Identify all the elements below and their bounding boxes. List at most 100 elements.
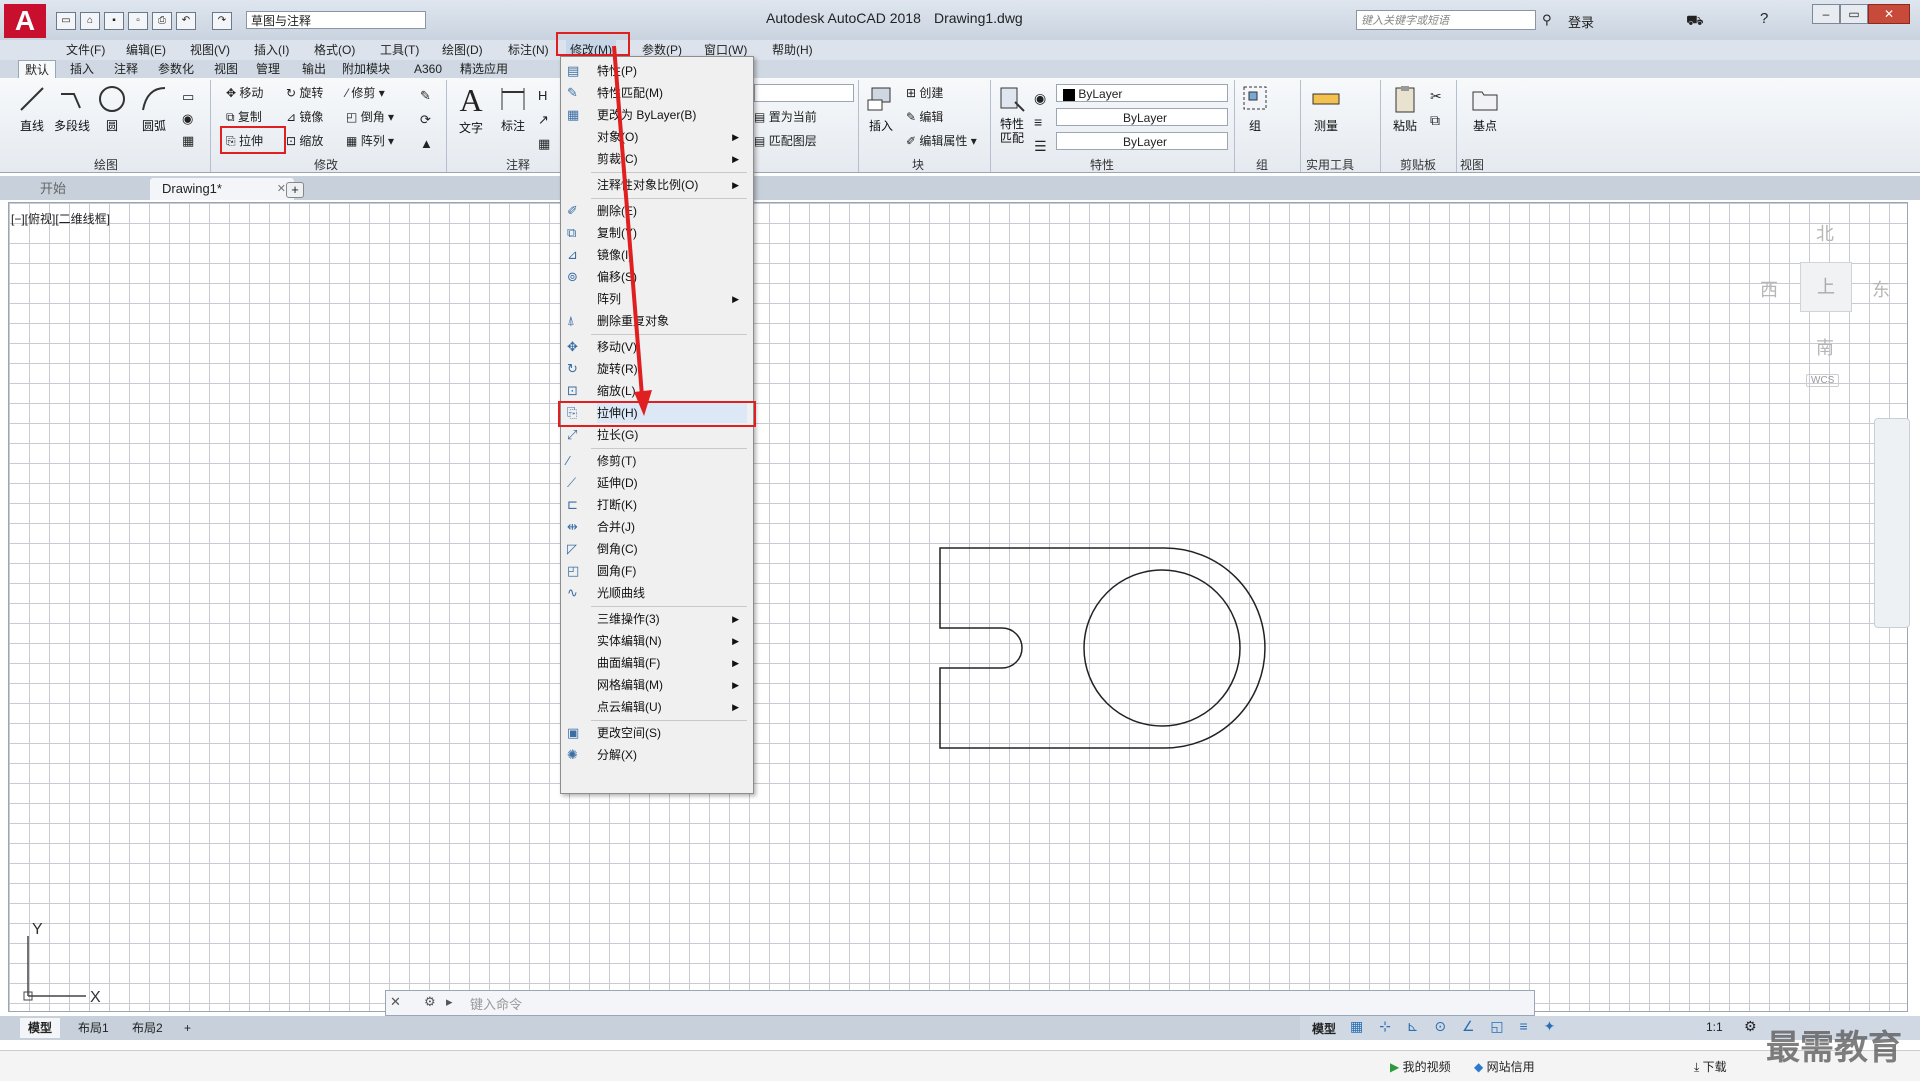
viewport-controls-label[interactable]: [−][俯视][二维线框] <box>11 210 110 227</box>
start-tab[interactable]: 开始 <box>28 178 78 200</box>
new-tab-button[interactable]: + <box>286 182 304 198</box>
menu-item-22[interactable]: 圆角(F) <box>597 561 747 581</box>
settings-gear-icon[interactable]: ⚙ <box>1744 1018 1757 1035</box>
edit-attributes-button[interactable]: ✐ 编辑属性 ▾ <box>906 132 977 149</box>
my-video-link[interactable]: ▶ 我的视频 <box>1390 1058 1451 1075</box>
menu-item-27[interactable]: 网格编辑(M) ▶ <box>597 675 747 695</box>
measure-tool[interactable]: 测量 <box>1308 84 1344 134</box>
scale-button[interactable]: ⊡ 缩放 <box>286 132 323 149</box>
insert-block-tool[interactable]: 插入 <box>864 84 898 134</box>
layer-current-button[interactable]: ▤ 置为当前 <box>754 108 817 125</box>
menu-item-4[interactable]: 格式(O) <box>310 40 359 60</box>
annotation-scale[interactable]: 1:1 <box>1706 1020 1723 1034</box>
menu-item-28[interactable]: 点云编辑(U) ▶ <box>597 697 747 717</box>
save-as-icon[interactable]: ▫ <box>128 12 148 30</box>
utilities-panel-label[interactable]: 实用工具 <box>1306 156 1354 173</box>
menu-item-11[interactable]: 帮助(H) <box>768 40 817 60</box>
menu-item-16[interactable]: 拉长(G) <box>597 425 747 445</box>
view-panel-label[interactable]: 视图 <box>1460 156 1484 173</box>
paste-tool[interactable]: 粘贴 <box>1388 84 1422 134</box>
modify-extra-tools[interactable]: ✎ ⟳ ▲ <box>420 84 433 156</box>
group-tool[interactable]: 组 <box>1240 84 1270 134</box>
move-button[interactable]: ✥ 移动 <box>226 84 263 101</box>
application-menu-button[interactable]: A <box>4 4 46 38</box>
ribbon-tab-1[interactable]: 插入 <box>64 60 100 78</box>
match-properties-tool[interactable]: 特性匹配 <box>996 84 1028 145</box>
menu-item-29[interactable]: 更改空间(S) <box>597 723 747 743</box>
menu-item-2[interactable]: 视图(V) <box>186 40 234 60</box>
menu-item-17[interactable]: 修剪(T) <box>597 451 747 471</box>
print-icon[interactable]: ⎙ <box>152 12 172 30</box>
undo-icon[interactable]: ↶ <box>176 12 196 30</box>
menu-item-20[interactable]: 合并(J) <box>597 517 747 537</box>
ribbon-tab-0[interactable]: 默认 <box>18 60 57 79</box>
ribbon-tab-8[interactable]: A360 <box>408 60 448 78</box>
add-layout-button[interactable]: + <box>176 1018 199 1038</box>
arc-tool[interactable]: 圆弧 <box>136 84 172 134</box>
layout2-tab[interactable]: 布局2 <box>124 1018 171 1038</box>
ribbon-tab-9[interactable]: 精选应用 <box>454 60 514 78</box>
ribbon-tab-3[interactable]: 参数化 <box>152 60 200 78</box>
properties-side-icons[interactable]: ◉ ≡ ☰ <box>1034 86 1047 158</box>
navigation-bar[interactable] <box>1874 418 1910 628</box>
color-select[interactable]: ByLayer <box>1056 84 1228 102</box>
draw-extra-tools[interactable]: ▭ ◉ ▦ <box>182 86 194 152</box>
menu-item-19[interactable]: 打断(K) <box>597 495 747 515</box>
model-space-toggle[interactable]: 模型 <box>1312 1020 1336 1037</box>
ribbon-tab-7[interactable]: 附加模块 <box>336 60 396 78</box>
drawing-part-shape[interactable] <box>930 540 1280 760</box>
menu-item-24[interactable]: 三维操作(3) ▶ <box>597 609 747 629</box>
download-link[interactable]: ⤓ 下载 <box>1694 1058 1727 1075</box>
array-button[interactable]: ▦ 阵列 ▾ <box>346 132 394 149</box>
fillet-button[interactable]: ◰ 倒角 ▾ <box>346 108 394 125</box>
close-button[interactable]: ✕ <box>1868 4 1910 24</box>
layer-select[interactable] <box>754 84 854 102</box>
annotation-extra-tools[interactable]: H ↗ ▦ <box>538 84 550 156</box>
layout1-tab[interactable]: 布局1 <box>70 1018 117 1038</box>
menu-item-0[interactable]: 文件(F) <box>62 40 109 60</box>
trim-button[interactable]: ⁄ 修剪 ▾ <box>346 84 385 101</box>
clipboard-panel-label[interactable]: 剪贴板 <box>1400 156 1436 173</box>
menu-item-25[interactable]: 实体编辑(N) ▶ <box>597 631 747 651</box>
drawing-circle[interactable] <box>1083 569 1241 727</box>
redo-icon[interactable]: ↷ <box>212 12 232 30</box>
save-icon[interactable]: ▪ <box>104 12 124 30</box>
login-button[interactable]: 登录 <box>1568 12 1594 31</box>
circle-tool[interactable]: 圆 <box>96 84 128 134</box>
wcs-menu[interactable]: WCS <box>1806 374 1840 387</box>
viewcube-west[interactable]: 西 <box>1760 276 1778 302</box>
rotate-button[interactable]: ↻ 旋转 <box>286 84 323 101</box>
menu-item-21[interactable]: 倒角(C) <box>597 539 747 559</box>
menu-item-7[interactable]: 标注(N) <box>504 40 553 60</box>
properties-panel-label[interactable]: 特性 <box>1090 156 1114 173</box>
viewcube-east[interactable]: 东 <box>1872 276 1890 302</box>
linetype-select[interactable]: ByLayer <box>1056 108 1228 126</box>
line-tool[interactable]: 直线 <box>14 84 50 134</box>
command-input[interactable]: 键入命令 <box>470 994 522 1013</box>
dimension-tool[interactable]: 标注 <box>496 84 530 134</box>
new-file-icon[interactable]: ▭ <box>56 12 76 30</box>
ribbon-tab-2[interactable]: 注释 <box>108 60 144 78</box>
minimize-button[interactable]: – <box>1812 4 1840 24</box>
copy-button[interactable]: ⧉ 复制 <box>226 108 262 125</box>
menu-item-1[interactable]: 编辑(E) <box>122 40 170 60</box>
model-tab[interactable]: 模型 <box>20 1018 61 1038</box>
menu-item-6[interactable]: 绘图(D) <box>438 40 487 60</box>
menu-item-5[interactable]: 工具(T) <box>376 40 423 60</box>
command-line[interactable] <box>385 990 1535 1016</box>
lineweight-select[interactable]: ByLayer <box>1056 132 1228 150</box>
viewcube-face[interactable]: 上 <box>1800 262 1852 312</box>
close-tab-icon[interactable]: ✕ <box>277 178 286 200</box>
ribbon-tab-5[interactable]: 管理 <box>250 60 286 78</box>
workspace-select[interactable]: 草图与注释 <box>246 11 426 29</box>
create-block-button[interactable]: ⊞ 创建 <box>906 84 943 101</box>
edit-block-button[interactable]: ✎ 编辑 <box>906 108 943 125</box>
block-panel-label[interactable]: 块 <box>912 156 924 173</box>
site-credit-link[interactable]: ◆ 网站信用 <box>1474 1058 1535 1075</box>
viewcube-south[interactable]: 南 <box>1816 334 1834 360</box>
menu-item-30[interactable]: 分解(X) <box>597 745 747 765</box>
help-icon[interactable]: ? <box>1760 10 1768 27</box>
search-input[interactable]: 键入关键字或短语 <box>1356 10 1536 30</box>
menu-item-3[interactable]: 插入(I) <box>250 40 293 60</box>
menu-item-23[interactable]: 光顺曲线 <box>597 583 747 603</box>
